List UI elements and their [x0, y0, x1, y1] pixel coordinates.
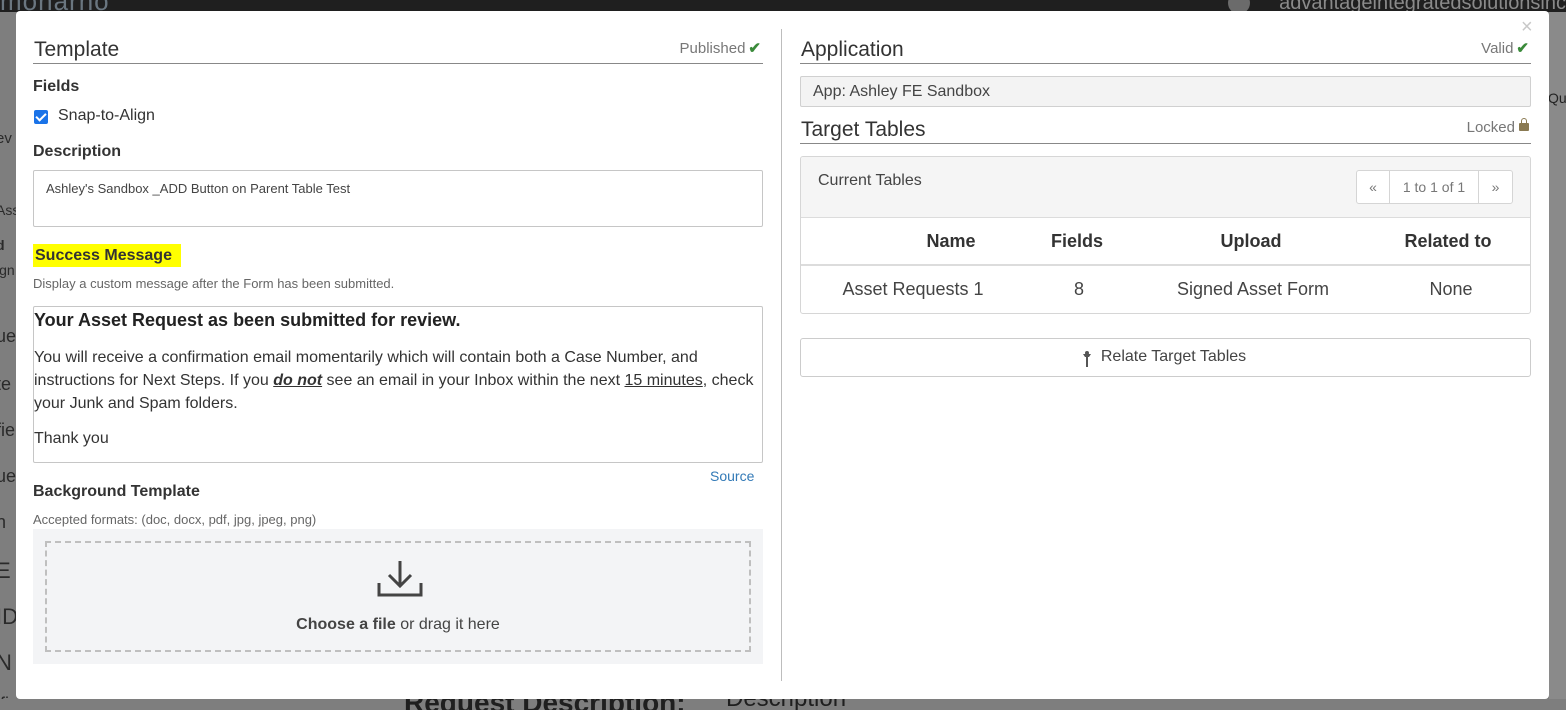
target-tables-title: Target Tables — [801, 118, 926, 141]
snap-to-align-label[interactable]: Snap-to-Align — [58, 107, 155, 125]
accepted-formats-text: Accepted formats: (doc, docx, pdf, jpg, … — [33, 512, 317, 527]
description-value: Ashley's Sandbox _ADD Button on Parent T… — [46, 181, 351, 196]
column-header-fields: Fields — [1050, 231, 1103, 251]
background-fragment: ue — [0, 466, 16, 486]
source-link[interactable]: Source — [710, 468, 754, 484]
check-icon: ✔ — [1516, 40, 1529, 57]
relate-target-tables-button[interactable]: Relate Target Tables — [800, 338, 1531, 377]
success-message-label: Success Message — [33, 244, 181, 267]
close-icon[interactable]: × — [1521, 17, 1533, 37]
background-fragment: fie — [0, 420, 16, 440]
column-header-related: Related to — [1404, 231, 1492, 251]
table-header-divider — [801, 264, 1530, 266]
current-tables-header: Current Tables « 1 to 1 of 1 » — [801, 157, 1530, 218]
background-fragment: ID — [0, 604, 16, 629]
check-icon: ✔ — [748, 40, 761, 57]
file-drop-area[interactable]: Choose a file or drag it here — [45, 541, 751, 652]
application-field: App: Ashley FE Sandbox — [800, 76, 1531, 107]
success-message-help: Display a custom message after the Form … — [33, 276, 395, 291]
background-fragment: d — [0, 237, 5, 253]
pagination: « 1 to 1 of 1 » — [1356, 170, 1513, 204]
download-icon — [377, 561, 423, 597]
template-section-header: Template Published ✔ — [33, 38, 763, 64]
form-settings-modal: × Template Published ✔ Fields Snap-to-Ali… — [16, 11, 1549, 699]
application-status: Valid ✔ — [1481, 39, 1529, 57]
application-value: App: Ashley FE Sandbox — [813, 83, 990, 100]
pager-next-button[interactable]: » — [1479, 171, 1512, 203]
current-tables-title: Current Tables — [818, 172, 922, 189]
template-status-label: Published — [679, 40, 746, 57]
column-header-upload: Upload — [1220, 231, 1282, 251]
target-tables-status-label: Locked — [1466, 119, 1515, 136]
template-title: Template — [34, 38, 120, 61]
lock-icon — [1519, 118, 1529, 131]
table-cell-upload: Signed Asset Form — [1176, 279, 1330, 299]
snap-to-align-checkbox[interactable] — [34, 110, 48, 124]
table-cell-related: None — [1429, 279, 1473, 299]
background-fragment: Ass — [0, 202, 16, 218]
background-fragment: N — [0, 650, 12, 675]
background-template-label: Background Template — [33, 483, 200, 500]
file-drop-zone[interactable]: Choose a file or drag it here — [33, 529, 763, 664]
background-fragment: ue — [0, 326, 16, 346]
background-bottom-text: Request Description: — [404, 699, 686, 710]
background-fragment: E — [0, 558, 11, 583]
application-status-label: Valid — [1481, 40, 1514, 57]
template-status: Published ✔ — [680, 39, 761, 57]
background-fragment: ign — [0, 262, 15, 278]
background-bottom-strip: Request Description: Description — [0, 699, 1566, 710]
table-cell-name: Asset Requests 1 — [842, 279, 984, 299]
description-label: Description — [33, 143, 122, 160]
background-fragment: ev — [0, 130, 12, 147]
background-fragment: n — [0, 512, 7, 532]
column-header-name: Name — [926, 231, 976, 251]
relate-target-tables-label: Relate Target Tables — [1100, 348, 1247, 365]
current-tables-panel: Current Tables « 1 to 1 of 1 » Name Fiel… — [800, 156, 1531, 314]
editor-paragraph: You will receive a confirmation email mo… — [34, 349, 754, 412]
application-section-header: Application Valid ✔ — [800, 38, 1531, 64]
background-bottom-text-2: Description — [726, 699, 846, 710]
success-message-highlight: Success Message — [33, 244, 181, 267]
pager-info: 1 to 1 of 1 — [1390, 171, 1479, 203]
success-message-editor[interactable]: Your Asset Request as been submitted for… — [33, 306, 763, 463]
editor-thank-you: Thank you — [34, 430, 109, 447]
fields-label: Fields — [33, 78, 80, 95]
drop-instructions: Choose a file or drag it here — [296, 616, 500, 633]
description-textarea[interactable]: Ashley's Sandbox _ADD Button on Parent T… — [33, 170, 763, 227]
choose-file-link[interactable]: Choose a file — [296, 616, 396, 633]
column-divider — [781, 29, 782, 681]
background-right-strip: Qu — [1549, 12, 1566, 699]
pager-prev-button[interactable]: « — [1357, 171, 1390, 203]
table-cell-fields: 8 — [1073, 279, 1084, 299]
application-title: Application — [801, 38, 904, 61]
background-left-strip: ev Ass d ign ue te fie ue n E ID N ified… — [0, 12, 16, 710]
editor-heading: Your Asset Request as been submitted for… — [34, 310, 461, 330]
target-tables-status: Locked — [1466, 118, 1529, 136]
target-tables-section-header: Target Tables Locked — [800, 118, 1531, 144]
background-right-text: Qu — [1549, 90, 1566, 106]
background-fragment: te — [0, 374, 12, 394]
